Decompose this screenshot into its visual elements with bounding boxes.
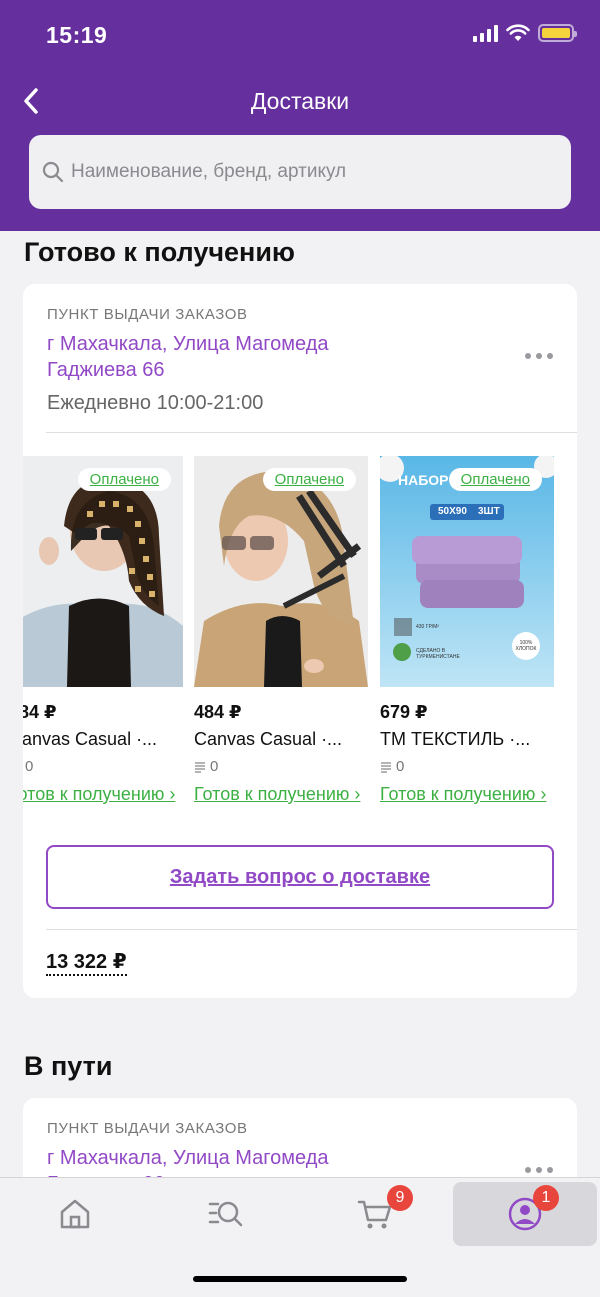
cart-count-badge: 9: [387, 1185, 413, 1211]
product-rating-value: 0: [25, 758, 34, 775]
divider: [46, 929, 577, 930]
catalog-search-icon: [208, 1201, 243, 1227]
home-icon: [60, 1199, 90, 1229]
pickup-address[interactable]: г Махачкала, Улица Магомеда Гаджиева 66: [47, 331, 407, 383]
more-options-icon[interactable]: [525, 353, 553, 359]
section-title-ready: Готово к получению: [24, 237, 295, 267]
profile-notification-badge: 1: [533, 1185, 559, 1211]
product-price: 484 ₽: [194, 702, 242, 722]
delivery-card-ready: ПУНКТ ВЫДАЧИ ЗАКАЗОВ г Махачкала, Улица …: [23, 284, 577, 998]
towel-brand: НАБОР: [398, 472, 449, 488]
header: 15:19 Доставки: [0, 0, 600, 231]
product-card[interactable]: НАБОР 50X90 3ШТ 430 ГР/М² СДЕЛАНО В ТУРК…: [380, 456, 554, 805]
ask-delivery-question-button[interactable]: Задать вопрос о доставке: [46, 845, 554, 909]
tab-profile[interactable]: 1: [453, 1182, 597, 1246]
product-rating: 0: [23, 758, 183, 775]
order-status-link[interactable]: Готов к получению ›: [380, 783, 554, 805]
section-title-in-transit: В пути: [24, 1051, 113, 1081]
product-rating: 0: [194, 758, 368, 775]
towel-cotton: 100% ХЛОПОК: [515, 640, 537, 652]
signal-icon: [473, 24, 498, 42]
towel-size: 50X90: [438, 506, 467, 517]
more-options-icon[interactable]: [525, 1167, 553, 1173]
home-indicator: [193, 1276, 407, 1282]
status-time: 15:19: [46, 22, 108, 48]
tab-cart[interactable]: 9: [303, 1182, 447, 1246]
product-name: ТМ ТЕКСТИЛЬ ·...: [380, 729, 531, 749]
status-icons: [473, 24, 577, 42]
order-status-link[interactable]: Готов к получению ›: [23, 783, 183, 805]
order-status-link[interactable]: Готов к получению ›: [194, 783, 368, 805]
order-total: 13 322 ₽: [46, 949, 127, 976]
towel-count: 3ШТ: [478, 506, 500, 517]
pickup-point-label: ПУНКТ ВЫДАЧИ ЗАКАЗОВ: [47, 306, 248, 323]
product-name: Canvas Casual ·...: [23, 729, 158, 749]
list-icon: [381, 761, 391, 773]
product-image[interactable]: Оплачено: [23, 456, 183, 687]
status-bar: 15:19: [0, 0, 600, 72]
nav-bar: Доставки: [0, 72, 600, 132]
search-input[interactable]: [71, 161, 551, 183]
product-rating-value: 0: [210, 758, 219, 775]
divider: [46, 432, 577, 433]
pickup-point-label: ПУНКТ ВЫДАЧИ ЗАКАЗОВ: [47, 1120, 248, 1137]
search-icon: [42, 161, 64, 183]
product-price: 484 ₽: [23, 702, 57, 722]
paid-badge: Оплачено: [77, 468, 171, 491]
towel-density: 430 ГР/М²: [416, 624, 439, 630]
product-card[interactable]: Оплачено 484 ₽ Canvas Casual ·... 0 Гото…: [194, 456, 368, 805]
page-title: Доставки: [250, 88, 350, 114]
product-rating: 0: [380, 758, 554, 775]
towel-origin: СДЕЛАНО В ТУРКМЕНИСТАНЕ: [416, 648, 460, 660]
paid-badge: Оплачено: [448, 468, 542, 491]
product-image[interactable]: Оплачено: [194, 456, 368, 687]
product-card[interactable]: Оплачено 484 ₽ Canvas Casual ·... 0 Гото…: [23, 456, 183, 805]
pickup-hours: Ежедневно 10:00-21:00: [47, 392, 264, 414]
product-carousel[interactable]: Оплачено 484 ₽ Canvas Casual ·... 0 Гото…: [23, 456, 577, 836]
product-price: 679 ₽: [380, 702, 428, 722]
product-rating-value: 0: [396, 758, 405, 775]
battery-icon: [538, 24, 577, 42]
search-bar[interactable]: [29, 135, 571, 209]
tab-home[interactable]: [3, 1182, 147, 1246]
wifi-icon: [506, 24, 530, 41]
product-image[interactable]: НАБОР 50X90 3ШТ 430 ГР/М² СДЕЛАНО В ТУРК…: [380, 456, 554, 687]
list-icon: [195, 761, 205, 773]
product-name: Canvas Casual ·...: [194, 729, 343, 749]
paid-badge: Оплачено: [262, 468, 356, 491]
tab-catalog[interactable]: [153, 1182, 297, 1246]
